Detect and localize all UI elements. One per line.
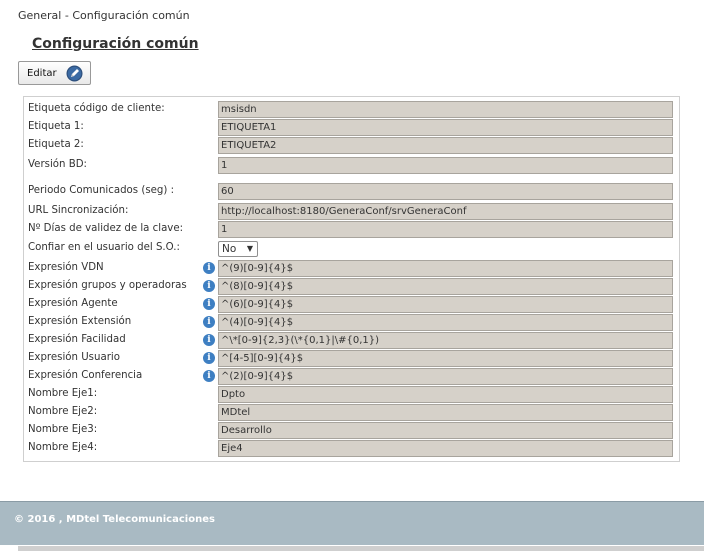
- confiar-usuario-selected: No: [222, 243, 237, 255]
- chevron-down-icon: ▼: [246, 244, 253, 253]
- field-nombre-eje4: Eje4: [218, 440, 673, 457]
- field-expresion-conferencia: ^(2)[0-9]{4}$: [218, 368, 673, 385]
- page-title: Configuración común: [32, 36, 199, 52]
- info-icon[interactable]: i: [203, 262, 215, 274]
- label-etiqueta-1: Etiqueta 1:: [28, 121, 84, 132]
- label-nombre-eje4: Nombre Eje4:: [28, 442, 98, 453]
- field-expresion-usuario: ^[4-5][0-9]{4}$: [218, 350, 673, 367]
- label-nombre-eje1: Nombre Eje1:: [28, 388, 98, 399]
- field-expresion-agente: ^(6)[0-9]{4}$: [218, 296, 673, 313]
- breadcrumb: General - Configuración común: [18, 9, 190, 22]
- label-expresion-vdn: Expresión VDN: [28, 262, 104, 273]
- label-url-sincronizacion: URL Sincronización:: [28, 205, 129, 216]
- label-expresion-extension: Expresión Extensión: [28, 316, 132, 327]
- label-dias-validez-clave: Nº Días de validez de la clave:: [28, 223, 184, 234]
- field-expresion-extension: ^(4)[0-9]{4}$: [218, 314, 673, 331]
- label-nombre-eje2: Nombre Eje2:: [28, 406, 98, 417]
- edit-button-label: Editar: [27, 67, 57, 79]
- label-nombre-eje3: Nombre Eje3:: [28, 424, 98, 435]
- label-periodo-comunicados: Periodo Comunicados (seg) :: [28, 185, 175, 196]
- field-periodo-comunicados: 60: [218, 183, 673, 200]
- copyright-text: © 2016 , MDtel Telecomunicaciones: [14, 514, 215, 525]
- info-icon[interactable]: i: [203, 316, 215, 328]
- info-icon[interactable]: i: [203, 298, 215, 310]
- edit-button[interactable]: Editar: [18, 61, 91, 85]
- info-icon[interactable]: i: [203, 334, 215, 346]
- pencil-icon: [66, 65, 83, 82]
- confiar-usuario-select[interactable]: No ▼: [218, 241, 258, 257]
- field-etiqueta-2: ETIQUETA2: [218, 137, 673, 154]
- field-nombre-eje2: MDtel: [218, 404, 673, 421]
- horizontal-scrollbar[interactable]: [18, 546, 704, 551]
- field-etiqueta-1: ETIQUETA1: [218, 119, 673, 136]
- field-expresion-grupos: ^(8)[0-9]{4}$: [218, 278, 673, 295]
- label-confiar-usuario-so: Confiar en el usuario del S.O.:: [28, 242, 180, 253]
- label-version-bd: Versión BD:: [28, 159, 87, 170]
- field-nombre-eje3: Desarrollo: [218, 422, 673, 439]
- info-icon[interactable]: i: [203, 352, 215, 364]
- info-icon[interactable]: i: [203, 280, 215, 292]
- footer: © 2016 , MDtel Telecomunicaciones: [0, 501, 704, 545]
- field-expresion-vdn: ^(9)[0-9]{4}$: [218, 260, 673, 277]
- field-version-bd: 1: [218, 157, 673, 174]
- label-expresion-conferencia: Expresión Conferencia: [28, 370, 143, 381]
- label-expresion-facilidad: Expresión Facilidad: [28, 334, 126, 345]
- info-icon[interactable]: i: [203, 370, 215, 382]
- field-nombre-eje1: Dpto: [218, 386, 673, 403]
- label-expresion-grupos: Expresión grupos y operadoras: [28, 280, 187, 291]
- field-expresion-facilidad: ^\*[0-9]{2,3}(\*{0,1}|\#{0,1}): [218, 332, 673, 349]
- label-etiqueta-cliente: Etiqueta código de cliente:: [28, 103, 165, 114]
- field-etiqueta-cliente: msisdn: [218, 101, 673, 118]
- label-etiqueta-2: Etiqueta 2:: [28, 139, 84, 150]
- field-dias-validez-clave: 1: [218, 221, 673, 238]
- field-url-sincronizacion: http://localhost:8180/GeneraConf/srvGene…: [218, 203, 673, 220]
- label-expresion-usuario: Expresión Usuario: [28, 352, 120, 363]
- label-expresion-agente: Expresión Agente: [28, 298, 118, 309]
